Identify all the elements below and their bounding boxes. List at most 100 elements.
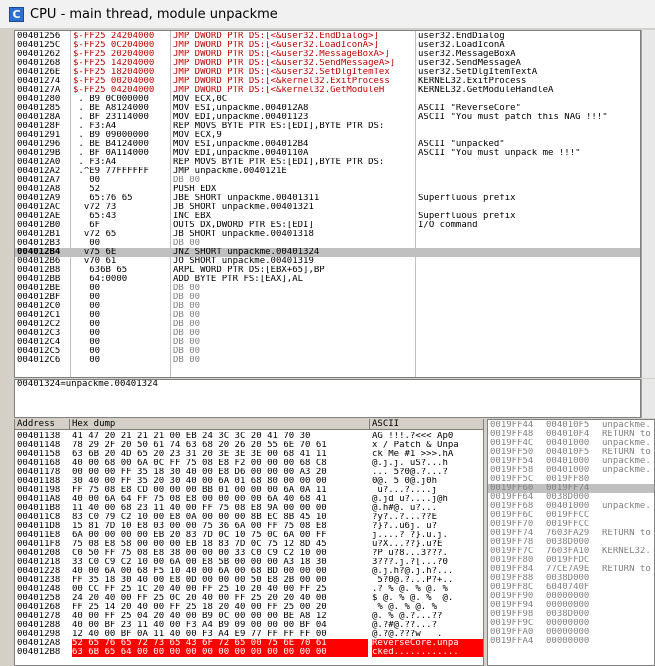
disasm-row[interactable]: 004012A7 00 DB 00 — [15, 176, 640, 185]
disasm-row[interactable]: 00401274 $-FF25 00204000 JMP DWORD PTR DS:… — [15, 77, 640, 86]
disasm-row[interactable]: 00401256 $-FF25 24204000 JMP DWORD PTR DS:… — [15, 32, 640, 41]
stack-address: 0019FF9C — [490, 619, 534, 628]
disasm-row[interactable]: 00401262 $-FF25 20204000 JMP DWORD PTR DS:… — [15, 50, 640, 59]
dump-header-ascii[interactable]: ASCII — [370, 419, 483, 430]
stack-row[interactable]: 0019FF90 00000000 — [488, 592, 654, 601]
stack-row[interactable]: 0019FF48 004010F4 RETURN to — [488, 430, 654, 439]
stack-row[interactable]: 0019FF50 004010F5 RETURN to — [488, 448, 654, 457]
dump-row[interactable]: 004012B8 63 6B 65 64 00 00 00 00 00 00 00… — [15, 648, 483, 657]
stack-row[interactable]: 0019FFA0 00000000 — [488, 628, 654, 637]
stack-row[interactable]: 0019FF44 004010F5 unpackme. — [488, 421, 654, 430]
dump-row[interactable]: 004012A8 52 65 76 65 72 73 65 43 6F 72 65… — [15, 639, 483, 648]
disasm-row[interactable]: 004012C4 00 DB 00 — [15, 338, 640, 347]
stack-row[interactable]: 0019FF74 7603FA29 RETURN to — [488, 529, 654, 538]
disasm-row[interactable]: 004012B6 v70 61 JO SHORT unpackme.0040131… — [15, 257, 640, 266]
info-scrollbar[interactable] — [641, 379, 655, 418]
dump-row[interactable]: 00401248 00 CC FF 25 1C 20 40 00 FF 25 10… — [15, 585, 483, 594]
dump-row[interactable]: 00401158 63 6B 20 4D 65 20 23 31 20 3E 3E… — [15, 450, 483, 459]
dump-row[interactable]: 00401278 40 00 FF 25 04 20 40 00 B9 0C 00… — [15, 612, 483, 621]
disasm-row[interactable]: 004012BF 00 DB 00 — [15, 293, 640, 302]
stack-row[interactable]: 0019FF54 00401000 unpackme. — [488, 457, 654, 466]
disasm-row[interactable]: 0040128F . F3:A4 REP MOVS BYTE PTR ES:[ED… — [15, 122, 640, 131]
stack-row[interactable]: 0019FF6C 0019FFCC — [488, 511, 654, 520]
disasm-row[interactable]: 004012C0 00 DB 00 — [15, 302, 640, 311]
stack-row[interactable]: 0019FF4C 00401000 unpackme. — [488, 439, 654, 448]
disasm-row[interactable]: 004012A8 52 PUSH EDX — [15, 185, 640, 194]
dump-row[interactable]: 00401218 33 C0 C9 C2 10 00 6A 00 E8 5B 00… — [15, 558, 483, 567]
disasm-row[interactable]: 00401280 . B9 0C000000 MOV ECX,0C — [15, 95, 640, 104]
stack-row[interactable]: 0019FF94 00000000 — [488, 601, 654, 610]
dump-row[interactable]: 00401168 40 00 68 00 6A 0C FF 75 08 E8 F2… — [15, 459, 483, 468]
dump-row[interactable]: 004011F8 75 08 E8 58 00 00 00 EB 18 83 7D… — [15, 540, 483, 549]
disasm-row[interactable]: 0040129B . BF 0A114000 MOV EDI,unpackme.0… — [15, 149, 640, 158]
disasm-row[interactable]: 00401268 $-FF25 14204000 JMP DWORD PTR DS:… — [15, 59, 640, 68]
dump-row[interactable]: 00401288 40 00 BF 23 11 40 00 F3 A4 B9 09… — [15, 621, 483, 630]
stack-row[interactable]: 0019FF7C 7603FA10 KERNEL32. — [488, 547, 654, 556]
stack-row[interactable]: 0019FF58 00401000 unpackme. — [488, 466, 654, 475]
dump-row[interactable]: 00401138 41 47 20 21 21 21 00 EB 24 3C 3C… — [15, 432, 483, 441]
disasm-row[interactable]: 004012AE 65:43 INC EBX Superfluous prefix — [15, 212, 640, 221]
dump-row[interactable]: 00401148 78 29 2F 20 50 61 74 63 68 20 26… — [15, 441, 483, 450]
disasm-row[interactable]: 004012C2 00 DB 00 — [15, 320, 640, 329]
dump-header-hex[interactable]: Hex dump — [70, 419, 370, 430]
disasm-command: MOV EDI,unpackme.00401123 — [173, 113, 309, 122]
disasm-row[interactable]: 004012A2 .^E9 77FFFFFF JMP unpackme.00401… — [15, 167, 640, 176]
disasm-address: 004012B4 — [17, 248, 61, 257]
dump-row[interactable]: 00401228 40 00 6A 00 68 F5 10 40 00 6A 00… — [15, 567, 483, 576]
disasm-row[interactable]: 004012C3 00 DB 00 — [15, 329, 640, 338]
dump-row[interactable]: 00401198 FF 75 08 E8 CD 00 00 00 BB 01 00… — [15, 486, 483, 495]
stack-row[interactable]: 0019FF78 0038D000 — [488, 538, 654, 547]
dump-row[interactable]: 00401258 24 20 40 00 FF 25 0C 20 40 00 FF… — [15, 594, 483, 603]
stack-row[interactable]: 0019FF98 0038D000 — [488, 610, 654, 619]
disasm-row[interactable]: 0040127A $-FF25 04204000 JMP DWORD PTR DS:… — [15, 86, 640, 95]
dump-row[interactable]: 004011E8 6A 00 00 00 00 EB 20 83 7D 0C 10… — [15, 531, 483, 540]
disasm-row[interactable]: 00401285 . BE A8124000 MOV ESI,unpackme.0… — [15, 104, 640, 113]
stack-row[interactable]: 0019FF60 0019FF74 — [488, 484, 654, 493]
dump-row[interactable]: 00401268 FF 25 14 20 40 00 FF 25 18 20 40… — [15, 603, 483, 612]
stack-row[interactable]: 0019FF84 77CE7A9E RETURN to — [488, 565, 654, 574]
disasm-row[interactable]: 004012AC v72 73 JB SHORT unpackme.0040132… — [15, 203, 640, 212]
stack-row[interactable]: 0019FF64 0038D000 — [488, 493, 654, 502]
disasm-row[interactable]: 0040126E $-FF25 18204000 JMP DWORD PTR DS:… — [15, 68, 640, 77]
stack-pane[interactable]: 0019FF44 004010F5 unpackme. 0019FF48 004010F… — [487, 419, 655, 666]
stack-row[interactable]: 0019FF9C 00000000 — [488, 619, 654, 628]
stack-row[interactable]: 0019FF8C 6040740F — [488, 583, 654, 592]
dump-row[interactable]: 00401238 FF 35 18 30 40 00 E8 0D 00 00 00… — [15, 576, 483, 585]
disasm-row[interactable]: 00401296 . BE B4124000 MOV ESI,unpackme.0… — [15, 140, 640, 149]
stack-value: 00401000 — [546, 457, 590, 466]
stack-row[interactable]: 0019FFA4 00000000 — [488, 637, 654, 646]
stack-row[interactable]: 0019FF5C 0019FF80 — [488, 475, 654, 484]
disasm-row[interactable]: 0040125C $-FF25 0C204000 JMP DWORD PTR DS:… — [15, 41, 640, 50]
stack-row[interactable]: 0019FF88 0038D000 — [488, 574, 654, 583]
disasm-row[interactable]: 004012C6 00 DB 00 — [15, 356, 640, 365]
disasm-row[interactable]: 004012B1 v72 65 JB SHORT unpackme.0040131… — [15, 230, 640, 239]
dump-header-address[interactable]: Address — [15, 419, 70, 430]
disasm-row[interactable]: 00401291 . B9 09000000 MOV ECX,9 — [15, 131, 640, 140]
disasm-row[interactable]: 004012C1 00 DB 00 — [15, 311, 640, 320]
disasm-row[interactable]: 004012A0 . F3:A4 REP MOVS BYTE PTR ES:[ED… — [15, 158, 640, 167]
dump-row[interactable]: 004011C8 83 C0 79 C2 10 00 E8 0A 00 00 00… — [15, 513, 483, 522]
disasm-row[interactable]: 004012B8 636B 65 ARPL WORD PTR DS:[EBX+65… — [15, 266, 640, 275]
dump-row[interactable]: 00401298 12 40 00 BF 0A 11 40 00 F3 A4 E9… — [15, 630, 483, 639]
dump-row[interactable]: 00401178 00 00 00 FF 35 18 30 40 00 E8 D6… — [15, 468, 483, 477]
disasm-row[interactable]: 004012C5 00 DB 00 — [15, 347, 640, 356]
disasm-row[interactable]: 004012B4 v75 6E JNZ SHORT unpackme.004013… — [15, 248, 640, 257]
stack-row[interactable]: 0019FF68 00401000 unpackme. — [488, 502, 654, 511]
dump-row[interactable]: 00401208 C0 50 FF 75 08 E8 38 00 00 00 33… — [15, 549, 483, 558]
dump-row[interactable]: 004011A8 40 00 6A 64 FF 75 08 E8 00 00 00… — [15, 495, 483, 504]
stack-row[interactable]: 0019FF80 0019FFDC — [488, 556, 654, 565]
dump-pane[interactable]: Address Hex dump ASCII 00401138 41 47 20 … — [14, 419, 484, 666]
stack-row[interactable]: 0019FF70 0019FFCC — [488, 520, 654, 529]
dump-row[interactable]: 00401188 30 40 00 FF 35 20 30 40 00 6A 01… — [15, 477, 483, 486]
disassembly-pane[interactable]: 00401256 $-FF25 24204000 JMP DWORD PTR DS:… — [14, 30, 641, 378]
dump-row[interactable]: 004011D8 15 81 7D 10 E8 03 00 00 75 36 6A… — [15, 522, 483, 531]
disasm-row[interactable]: 004012A9 65:76 65 JBE SHORT unpackme.0040… — [15, 194, 640, 203]
stack-address: 0019FF88 — [490, 574, 534, 583]
disasm-row[interactable]: 004012B0 6F OUTS DX,DWORD PTR ES:[EDI] I/O… — [15, 221, 640, 230]
disasm-row[interactable]: 004012BB 64:0000 ADD BYTE PTR FS:[EAX],AL — [15, 275, 640, 284]
disasm-row[interactable]: 004012BE 00 DB 00 — [15, 284, 640, 293]
disassembly-scrollbar[interactable] — [641, 30, 655, 378]
dump-row[interactable]: 004011B8 11 40 00 68 23 11 40 00 FF 75 08… — [15, 504, 483, 513]
disasm-row[interactable]: 0040128A . BF 23114000 MOV EDI,unpackme.0… — [15, 113, 640, 122]
disasm-row[interactable]: 004012B3 00 DB 00 — [15, 239, 640, 248]
